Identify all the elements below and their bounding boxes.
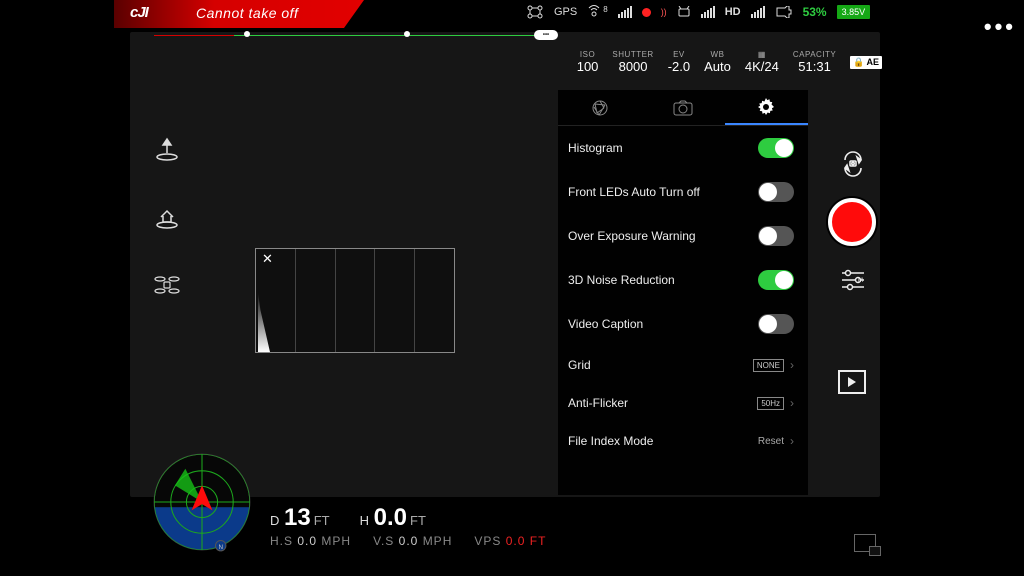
return-home-icon[interactable]	[152, 202, 182, 232]
more-menu-button[interactable]: •••	[984, 14, 1016, 40]
playback-button[interactable]	[838, 370, 866, 394]
histogram-overlay[interactable]: ✕	[255, 248, 455, 353]
settings-row-value[interactable]: Reset›	[758, 434, 794, 448]
battery-icon[interactable]	[775, 6, 793, 18]
smart-mode-icon[interactable]	[152, 270, 182, 300]
settings-row-label: Video Caption	[568, 317, 643, 331]
dji-logo: cJI	[130, 4, 148, 21]
camera-params[interactable]: ISO100 SHUTTER8000 EV-2.0 WBAuto ▦4K/24 …	[577, 50, 882, 74]
shutter-button[interactable]	[828, 198, 876, 246]
gps-sat-icon[interactable]: 8	[587, 5, 607, 19]
toggle[interactable]	[758, 270, 794, 290]
flight-mode-icon[interactable]	[526, 4, 544, 20]
settings-row-grid[interactable]: Grid NONE›	[558, 346, 808, 384]
top-bar: cJI Cannot take off GPS 8 )) HD	[126, 0, 886, 32]
settings-row-label: File Index Mode	[568, 434, 653, 448]
toggle[interactable]	[758, 182, 794, 202]
status-banner[interactable]: cJI Cannot take off	[126, 0, 386, 32]
settings-row-label: Over Exposure Warning	[568, 229, 696, 243]
param-wb: WBAuto	[704, 50, 731, 74]
battery-voltage: 3.85V	[837, 5, 871, 19]
settings-row-3d-noise-reduction[interactable]: 3D Noise Reduction	[558, 258, 808, 302]
param-capacity: CAPACITY51:31	[793, 50, 836, 74]
height-readout: H 0.0FT	[360, 504, 426, 532]
gps-signal-bars	[618, 6, 632, 18]
settings-list[interactable]: Histogram Front LEDs Auto Turn off Over Ex…	[558, 126, 808, 460]
settings-tabs	[558, 90, 808, 126]
settings-row-anti-flicker[interactable]: Anti-Flicker 50Hz›	[558, 384, 808, 422]
telemetry-readout: D 13FT H 0.0FT H.S 0.0 MPH V.S 0.0 MPH V…	[270, 504, 546, 548]
takeoff-icon[interactable]	[152, 134, 182, 164]
app-root: cJI Cannot take off GPS 8 )) HD	[0, 0, 1024, 576]
battery-percent: 53%	[803, 5, 827, 19]
camera-swap-icon[interactable]	[839, 150, 865, 176]
param-ev: EV-2.0	[668, 50, 690, 74]
vspeed-readout: V.S 0.0 MPH	[373, 534, 452, 548]
camera-settings-panel: Histogram Front LEDs Auto Turn off Over Ex…	[558, 90, 808, 495]
hd-label[interactable]: HD	[725, 6, 741, 18]
param-shutter: SHUTTER8000	[612, 50, 653, 74]
ae-lock-button[interactable]: 🔒AE	[850, 56, 882, 69]
distance-readout: D 13FT	[270, 504, 330, 532]
settings-row-label: Anti-Flicker	[568, 396, 628, 410]
right-action-column: M	[822, 150, 882, 394]
toggle[interactable]	[758, 226, 794, 246]
toggle[interactable]	[758, 314, 794, 334]
settings-row-value[interactable]: 50Hz›	[757, 396, 794, 410]
rc-icon[interactable]	[677, 6, 691, 18]
chevron-right-icon: ›	[790, 434, 794, 448]
record-indicator-icon	[642, 8, 651, 17]
settings-row-label: Front LEDs Auto Turn off	[568, 185, 700, 199]
settings-row-label: Grid	[568, 358, 591, 372]
map-thumbnail-button[interactable]	[854, 534, 876, 552]
rc-signal-bars	[701, 6, 715, 18]
settings-row-over-exposure-warning[interactable]: Over Exposure Warning	[558, 214, 808, 258]
svg-text:M: M	[858, 278, 863, 284]
settings-row-label: Histogram	[568, 141, 623, 155]
top-status-icons: GPS 8 )) HD 53% 3.85V	[526, 4, 870, 20]
settings-row-front-leds-auto-turn-off[interactable]: Front LEDs Auto Turn off	[558, 170, 808, 214]
settings-row-video-caption[interactable]: Video Caption	[558, 302, 808, 346]
tab-gear[interactable]	[725, 90, 808, 125]
chevron-right-icon: ›	[790, 396, 794, 410]
left-flight-icons	[152, 134, 182, 300]
settings-row-value[interactable]: NONE›	[753, 358, 794, 372]
camera-settings-icon[interactable]: M	[840, 268, 864, 292]
tab-aperture[interactable]	[558, 90, 641, 125]
hd-signal-bars	[751, 6, 765, 18]
hspeed-readout: H.S 0.0 MPH	[270, 534, 351, 548]
sat-count: 8	[603, 5, 607, 14]
chevron-right-icon: ›	[790, 358, 794, 372]
param-iso: ISO100	[577, 50, 599, 74]
settings-row-label: 3D Noise Reduction	[568, 273, 675, 287]
param-format: ▦4K/24	[745, 50, 779, 74]
settings-row-histogram[interactable]: Histogram	[558, 126, 808, 170]
flight-status-text: Cannot take off	[196, 5, 298, 21]
gps-label: GPS	[554, 6, 577, 18]
tab-photo[interactable]	[641, 90, 724, 125]
vps-readout: VPS 0.0 FT	[474, 534, 546, 548]
histogram-grid	[256, 249, 454, 352]
toggle[interactable]	[758, 138, 794, 158]
svg-text:N: N	[218, 544, 223, 551]
settings-row-file-index-mode[interactable]: File Index Mode Reset›	[558, 422, 808, 460]
flight-battery-bar: •••	[154, 32, 874, 38]
record-paren: ))	[661, 7, 667, 17]
attitude-radar[interactable]: N	[150, 450, 254, 554]
